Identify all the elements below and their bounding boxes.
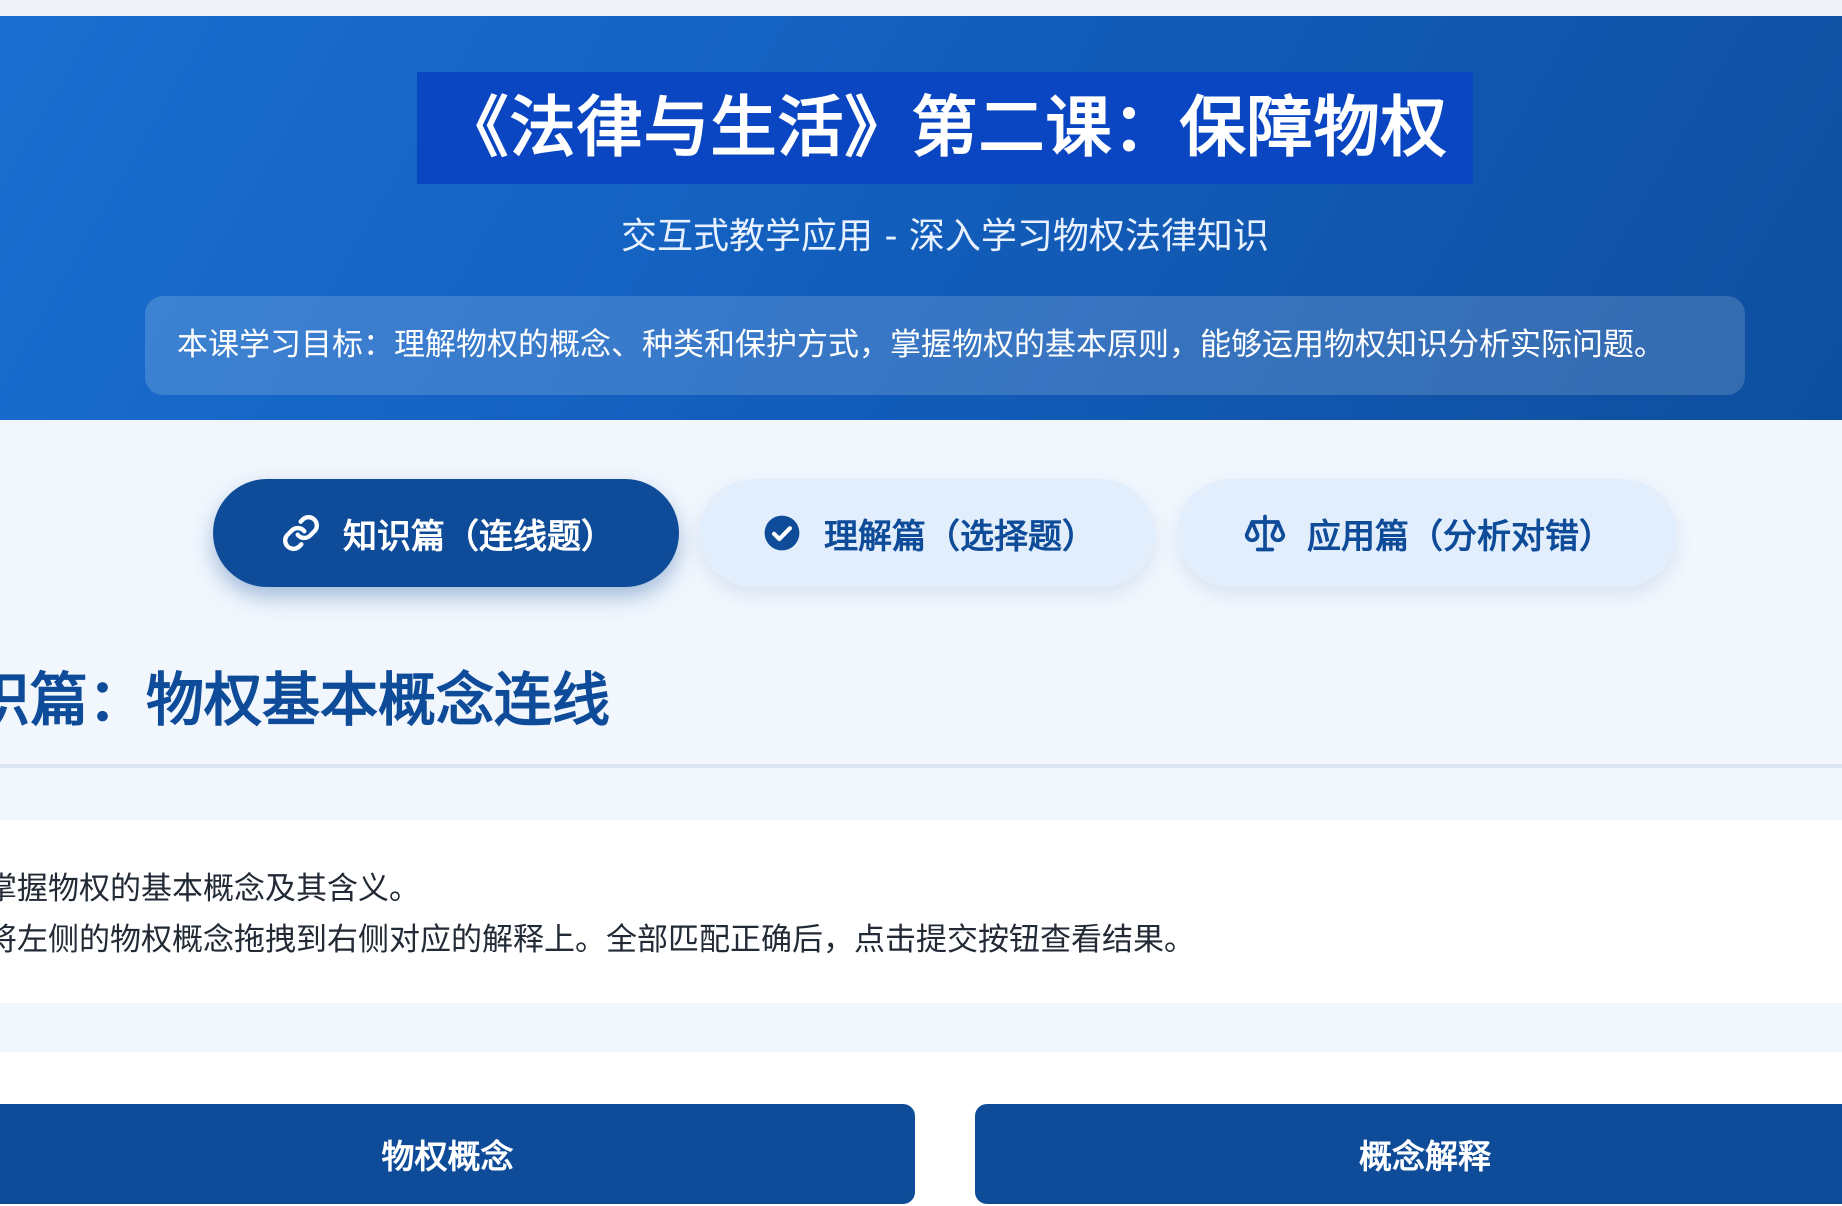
section-divider [0, 764, 1842, 768]
link-icon [277, 509, 325, 557]
tab-application-analysis[interactable]: 应用篇（分析对错） [1177, 479, 1677, 587]
header-banner: 《法律与生活》第二课：保障物权 交互式教学应用 - 深入学习物权法律知识 本课学… [0, 16, 1842, 420]
instructions-panel: 掌握物权的基本概念及其含义。 将左侧的物权概念拖拽到右侧对应的解释上。全部匹配正… [0, 820, 1842, 1003]
section-tabs: 知识篇（连线题） 理解篇（选择题） 应用篇（分析对错） [0, 479, 1842, 587]
top-strip [0, 0, 1842, 16]
tab-label: 知识篇（连线题） [343, 516, 615, 557]
concepts-column-header: 物权概念 [0, 1104, 915, 1204]
tab-label: 应用篇（分析对错） [1307, 516, 1613, 557]
instruction-line: 掌握物权的基本概念及其含义。 [0, 871, 420, 907]
page: 《法律与生活》第二课：保障物权 交互式教学应用 - 深入学习物权法律知识 本课学… [0, 0, 1842, 1206]
learning-goal-box: 本课学习目标：理解物权的概念、种类和保护方式，掌握物权的基本原则，能够运用物权知… [145, 296, 1745, 395]
tab-label: 理解篇（选择题） [824, 516, 1096, 557]
tab-understanding-choice[interactable]: 理解篇（选择题） [699, 479, 1155, 587]
scale-icon [1241, 509, 1289, 557]
page-subtitle: 交互式教学应用 - 深入学习物权法律知识 [621, 216, 1269, 257]
check-circle-icon [758, 509, 806, 557]
instruction-line: 将左侧的物权概念拖拽到右侧对应的解释上。全部匹配正确后，点击提交按钮查看结果。 [0, 922, 1195, 958]
explanations-column-header: 概念解释 [975, 1104, 1842, 1204]
section-title: 识篇：物权基本概念连线 [0, 666, 611, 734]
tab-knowledge-matching[interactable]: 知识篇（连线题） [213, 479, 679, 587]
page-title: 《法律与生活》第二课：保障物权 [417, 72, 1473, 184]
